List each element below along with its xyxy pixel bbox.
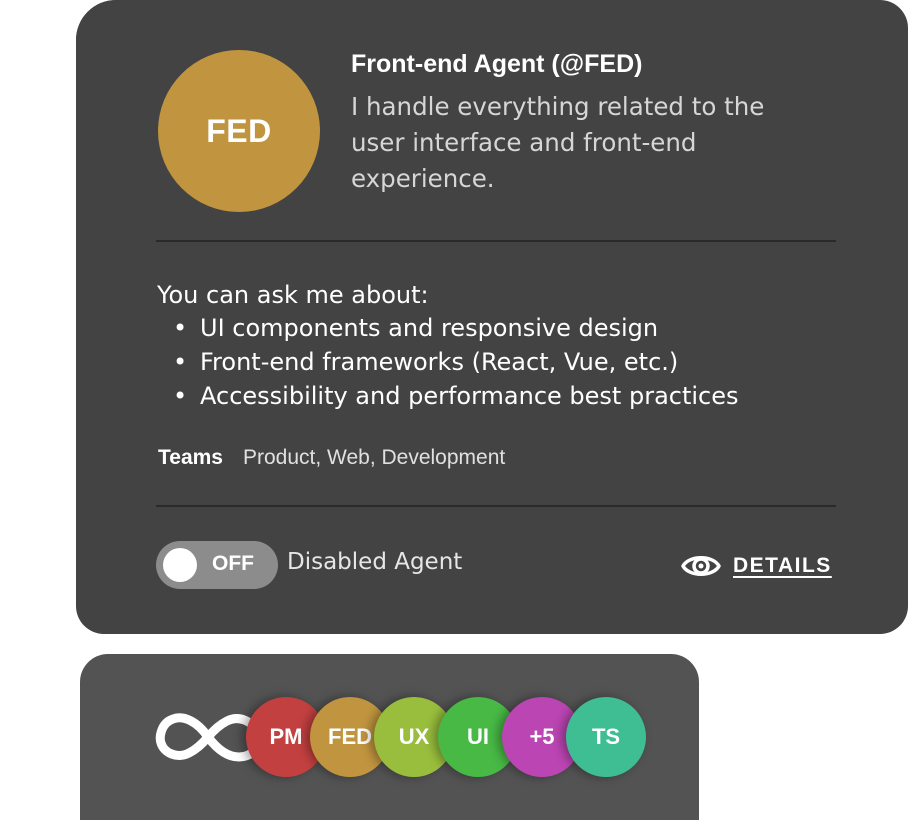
- member-bubble-ts[interactable]: TS: [566, 697, 646, 777]
- capability-text: Front-end frameworks (React, Vue, etc.): [200, 348, 679, 376]
- capability-item: • Front-end frameworks (React, Vue, etc.): [173, 348, 679, 376]
- agent-card: FED Front-end Agent (@FED) I handle ever…: [76, 0, 908, 634]
- eye-icon: [681, 556, 721, 576]
- capability-text: UI components and responsive design: [200, 314, 659, 342]
- divider: [156, 505, 836, 507]
- teams-value: Product, Web, Development: [242, 446, 506, 469]
- member-bubble-label: UI: [467, 724, 489, 749]
- divider: [156, 240, 836, 242]
- details-link[interactable]: DETAILS: [681, 546, 832, 586]
- member-bubble-label: +5: [529, 724, 555, 749]
- capability-text: Accessibility and performance best pract…: [200, 382, 739, 410]
- capability-item: • UI components and responsive design: [173, 314, 659, 342]
- details-label: DETAILS: [733, 554, 832, 577]
- agent-enable-toggle[interactable]: OFF: [156, 541, 278, 589]
- agent-name: Front-end Agent (@FED): [351, 50, 643, 78]
- toggle-state-label: OFF: [212, 552, 254, 575]
- agent-avatar: FED: [158, 50, 320, 212]
- agent-description: I handle everything related to the user …: [351, 92, 765, 193]
- capabilities-title: You can ask me about:: [157, 281, 429, 309]
- agent-avatar-initials: FED: [206, 112, 272, 149]
- member-bubble-label: UX: [398, 724, 430, 749]
- capability-item: • Accessibility and performance best prac…: [173, 382, 739, 410]
- capabilities-list: • UI components and responsive design • Fr…: [157, 311, 739, 413]
- toggle-knob: [163, 548, 197, 582]
- teams-row: Teams Product, Web, Development: [158, 446, 505, 470]
- agent-status-caption: Disabled Agent: [287, 549, 463, 575]
- team-members-card: PM FED UX UI +5 TS: [80, 654, 699, 820]
- member-bubble-label: FED: [328, 724, 372, 749]
- teams-label: Teams: [158, 446, 223, 469]
- member-bubble-label: PM: [269, 724, 303, 749]
- member-bubble-label: TS: [591, 724, 621, 749]
